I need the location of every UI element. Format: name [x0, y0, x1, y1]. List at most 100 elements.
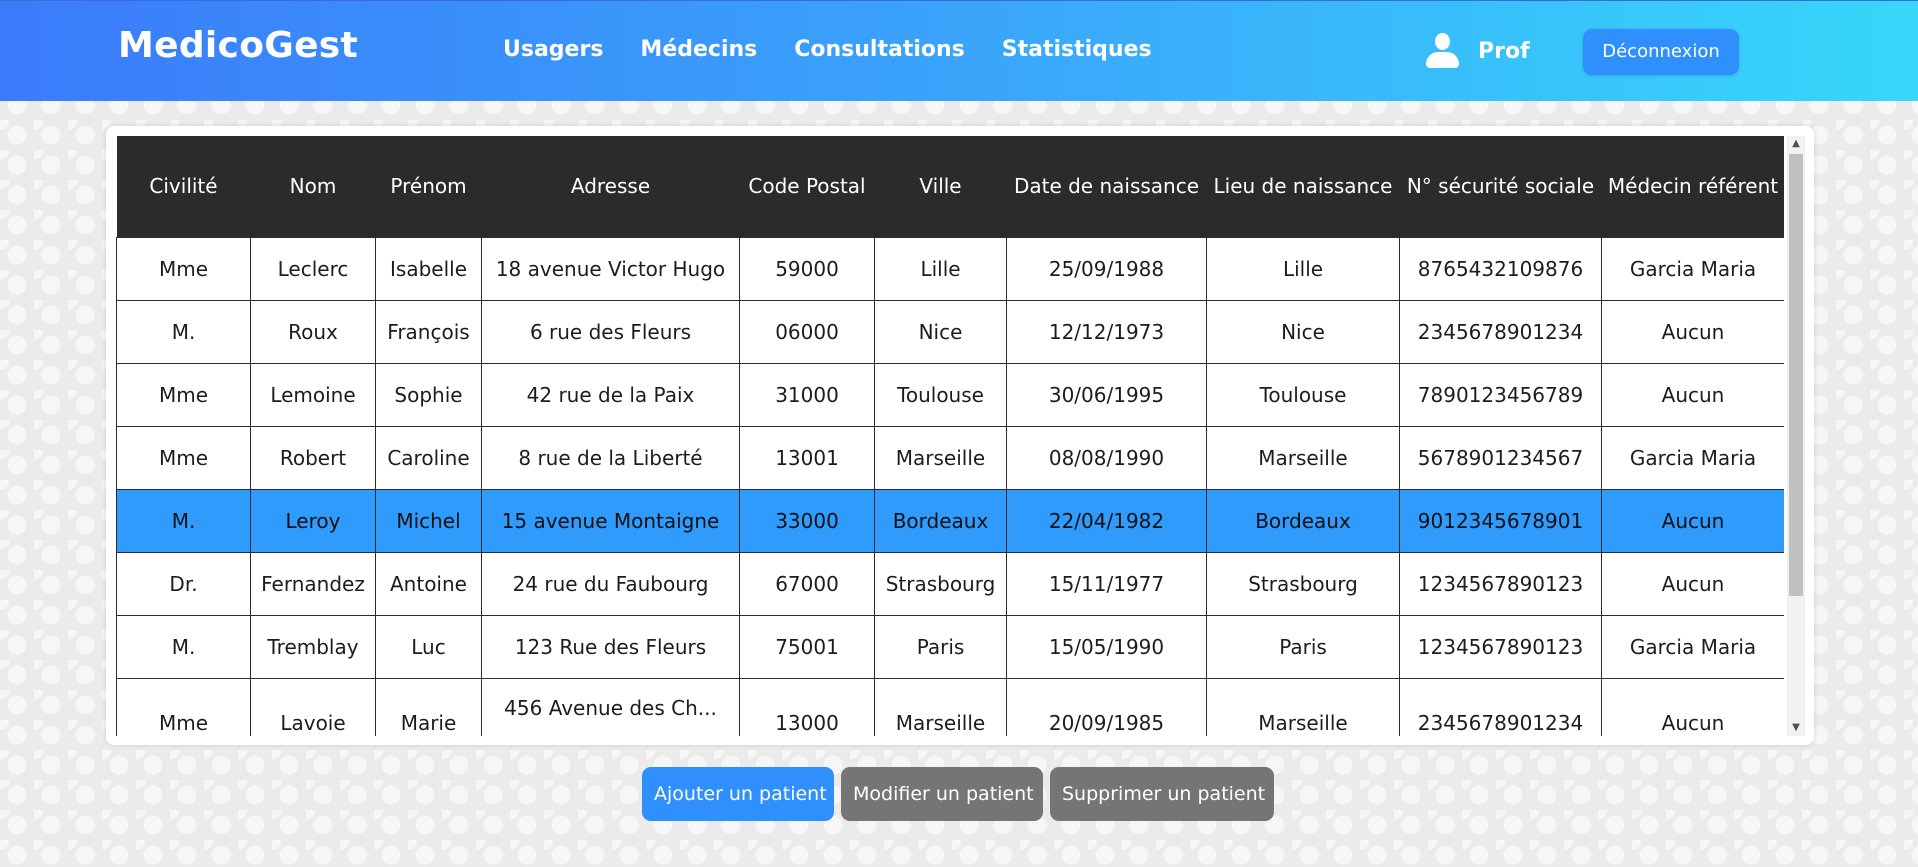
cell-lieu-naissance: Bordeaux: [1206, 488, 1400, 553]
nav-usagers[interactable]: Usagers: [503, 37, 603, 62]
top-navbar: MedicoGest Usagers Médecins Consultation…: [0, 0, 1918, 101]
main-nav: Usagers Médecins Consultations Statistiq…: [503, 37, 1189, 62]
patients-table-card: Civilité Nom Prénom Adresse Code Postal …: [106, 126, 1814, 745]
add-patient-button[interactable]: Ajouter un patient: [642, 767, 834, 821]
cell-civilite: M.: [116, 488, 251, 553]
cell-medecin-referent: Garcia Maria: [1601, 614, 1784, 679]
table-viewport: Civilité Nom Prénom Adresse Code Postal …: [116, 136, 1784, 736]
cell-prenom: Michel: [375, 488, 482, 553]
col-header-date-naissance[interactable]: Date de naissance: [1006, 136, 1207, 237]
cell-nom: Lemoine: [250, 362, 376, 427]
table-row[interactable]: Mme Leclerc Isabelle 18 avenue Victor Hugo 5…: [116, 236, 1784, 301]
col-header-adresse[interactable]: Adresse: [481, 136, 740, 237]
cell-civilite: Mme: [116, 677, 251, 736]
cell-securite-sociale: 5678901234567: [1399, 425, 1602, 490]
brand-logo[interactable]: MedicoGest: [118, 25, 358, 66]
cell-nom: Leclerc: [250, 236, 376, 301]
cell-adresse: 18 avenue Victor Hugo: [481, 236, 740, 301]
table-row[interactable]: M. Tremblay Luc 123 Rue des Fleurs 75001 Pari…: [116, 614, 1784, 679]
col-header-securite-sociale[interactable]: N° sécurité sociale: [1399, 136, 1602, 237]
cell-securite-sociale: 9012345678901: [1399, 488, 1602, 553]
table-row[interactable]: Mme Lavoie Marie 456 Avenue des Ch... 13000 M…: [116, 677, 1784, 736]
col-header-civilite[interactable]: Civilité: [116, 136, 251, 237]
cell-adresse: 6 rue des Fleurs: [481, 299, 740, 364]
cell-medecin-referent: Garcia Maria: [1601, 425, 1784, 490]
cell-civilite: M.: [116, 299, 251, 364]
cell-adresse: 123 Rue des Fleurs: [481, 614, 740, 679]
logout-button[interactable]: Déconnexion: [1583, 29, 1739, 75]
table-row[interactable]: Mme Lemoine Sophie 42 rue de la Paix 31000 To…: [116, 362, 1784, 427]
cell-code-postal: 13000: [739, 677, 875, 736]
cell-date-naissance: 25/09/1988: [1006, 236, 1207, 301]
cell-code-postal: 67000: [739, 551, 875, 616]
cell-lieu-naissance: Toulouse: [1206, 362, 1400, 427]
cell-securite-sociale: 2345678901234: [1399, 677, 1602, 736]
user-icon: [1425, 33, 1459, 69]
cell-adresse: 456 Avenue des Ch...: [481, 677, 740, 736]
cell-civilite: Mme: [116, 236, 251, 301]
cell-prenom: Marie: [375, 677, 482, 736]
cell-lieu-naissance: Lille: [1206, 236, 1400, 301]
cell-civilite: Dr.: [116, 551, 251, 616]
col-header-prenom[interactable]: Prénom: [375, 136, 482, 237]
col-header-code-postal[interactable]: Code Postal: [739, 136, 875, 237]
cell-date-naissance: 30/06/1995: [1006, 362, 1207, 427]
col-header-nom[interactable]: Nom: [250, 136, 376, 237]
scroll-down-arrow-icon[interactable]: ▼: [1787, 720, 1805, 736]
user-name: Prof: [1478, 38, 1530, 64]
delete-patient-button[interactable]: Supprimer un patient: [1050, 767, 1274, 821]
cell-prenom: Luc: [375, 614, 482, 679]
col-header-medecin-referent[interactable]: Médecin référent: [1601, 136, 1784, 237]
nav-consultations[interactable]: Consultations: [794, 37, 965, 62]
cell-prenom: François: [375, 299, 482, 364]
cell-lieu-naissance: Nice: [1206, 299, 1400, 364]
cell-nom: Leroy: [250, 488, 376, 553]
cell-ville: Lille: [874, 236, 1007, 301]
table-row[interactable]: M. Leroy Michel 15 avenue Montaigne 33000 Bor…: [116, 488, 1784, 553]
scroll-up-arrow-icon[interactable]: ▲: [1787, 136, 1805, 152]
cell-securite-sociale: 8765432109876: [1399, 236, 1602, 301]
cell-adresse: 15 avenue Montaigne: [481, 488, 740, 553]
patient-actions: Ajouter un patient Modifier un patient S…: [642, 767, 1281, 821]
cell-securite-sociale: 1234567890123: [1399, 551, 1602, 616]
table-row[interactable]: M. Roux François 6 rue des Fleurs 06000 Nice 1…: [116, 299, 1784, 364]
cell-ville: Strasbourg: [874, 551, 1007, 616]
cell-code-postal: 75001: [739, 614, 875, 679]
table-body: Mme Leclerc Isabelle 18 avenue Victor Hugo 5…: [116, 236, 1784, 736]
cell-date-naissance: 15/05/1990: [1006, 614, 1207, 679]
cell-lieu-naissance: Marseille: [1206, 677, 1400, 736]
patients-table: Civilité Nom Prénom Adresse Code Postal …: [116, 136, 1784, 736]
col-header-ville[interactable]: Ville: [874, 136, 1007, 237]
table-scrollbar[interactable]: ▲ ▼: [1787, 136, 1805, 736]
cell-medecin-referent: Aucun: [1601, 299, 1784, 364]
cell-adresse: 8 rue de la Liberté: [481, 425, 740, 490]
edit-patient-button[interactable]: Modifier un patient: [841, 767, 1043, 821]
col-header-lieu-naissance[interactable]: Lieu de naissance: [1206, 136, 1400, 237]
cell-code-postal: 31000: [739, 362, 875, 427]
cell-code-postal: 59000: [739, 236, 875, 301]
nav-medecins[interactable]: Médecins: [640, 37, 757, 62]
cell-code-postal: 06000: [739, 299, 875, 364]
cell-code-postal: 13001: [739, 425, 875, 490]
table-row[interactable]: Dr. Fernandez Antoine 24 rue du Faubourg 670…: [116, 551, 1784, 616]
cell-prenom: Antoine: [375, 551, 482, 616]
cell-nom: Fernandez: [250, 551, 376, 616]
cell-medecin-referent: Aucun: [1601, 488, 1784, 553]
cell-date-naissance: 12/12/1973: [1006, 299, 1207, 364]
cell-ville: Bordeaux: [874, 488, 1007, 553]
cell-medecin-referent: Garcia Maria: [1601, 236, 1784, 301]
cell-securite-sociale: 2345678901234: [1399, 299, 1602, 364]
scroll-thumb[interactable]: [1789, 154, 1803, 596]
cell-ville: Paris: [874, 614, 1007, 679]
cell-prenom: Isabelle: [375, 236, 482, 301]
cell-securite-sociale: 7890123456789: [1399, 362, 1602, 427]
cell-civilite: Mme: [116, 362, 251, 427]
nav-statistiques[interactable]: Statistiques: [1002, 37, 1152, 62]
cell-code-postal: 33000: [739, 488, 875, 553]
table-row[interactable]: Mme Robert Caroline 8 rue de la Liberté 1300…: [116, 425, 1784, 490]
cell-civilite: M.: [116, 614, 251, 679]
cell-date-naissance: 08/08/1990: [1006, 425, 1207, 490]
cell-medecin-referent: Aucun: [1601, 677, 1784, 736]
user-menu[interactable]: Prof: [1425, 33, 1530, 69]
cell-nom: Tremblay: [250, 614, 376, 679]
